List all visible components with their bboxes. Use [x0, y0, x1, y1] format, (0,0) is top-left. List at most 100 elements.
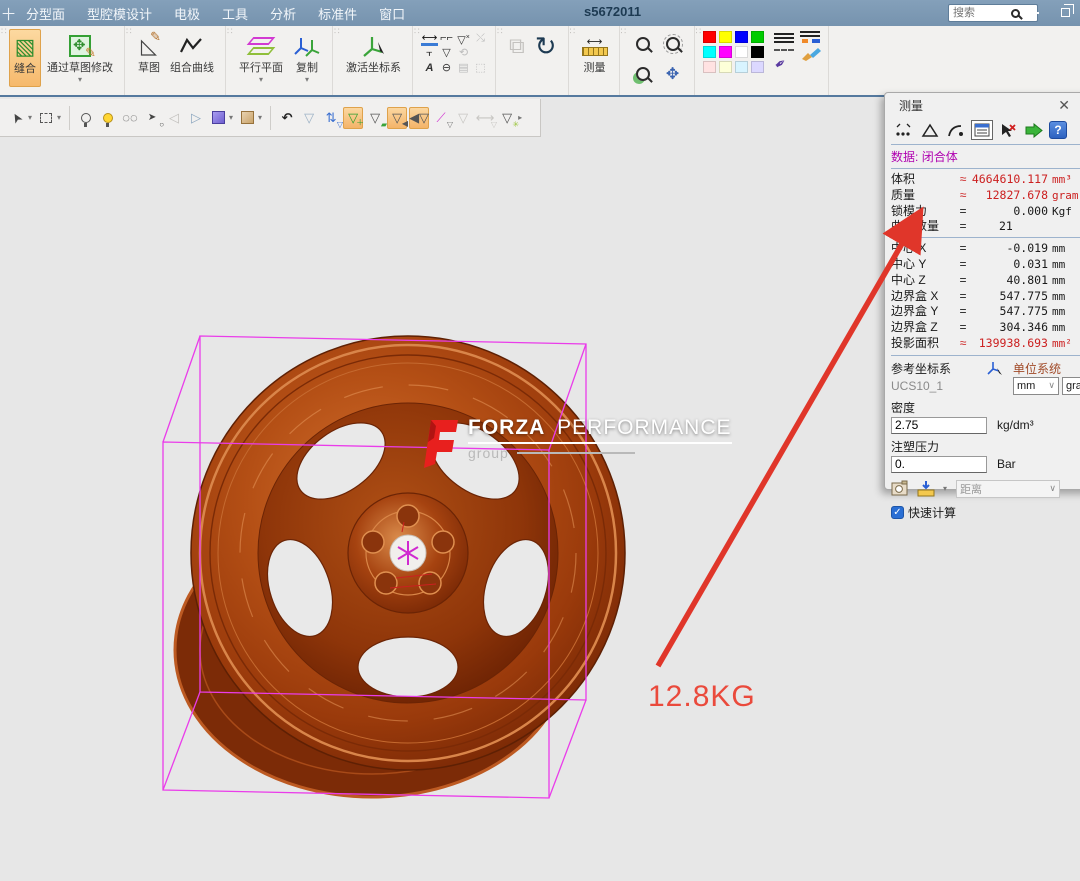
- unit-mass-dropdown[interactable]: gram∨: [1062, 377, 1080, 395]
- ribbon-group-view: ✥: [620, 26, 695, 95]
- highlight-pair-icon[interactable]: ◌◌: [120, 107, 140, 129]
- titlebar: 十 分型面 型腔模设计 电极 工具 分析 标准件 窗口 s5672011: [0, 0, 1080, 26]
- pressure-input[interactable]: [891, 456, 987, 473]
- measure-arc-icon[interactable]: [945, 120, 967, 140]
- menu-window[interactable]: 窗口: [379, 4, 405, 23]
- ribbon-toolbar: ▧ 缝合 通过草图修改▾ ◺ 草图 组合曲线 平行平面▾: [0, 26, 1080, 97]
- filter-star-icon[interactable]: ▽✳: [497, 107, 517, 129]
- measure-angle-icon[interactable]: [919, 120, 941, 140]
- csys-picker-icon[interactable]: [987, 360, 1005, 376]
- export-results-icon[interactable]: [1023, 120, 1045, 140]
- color-palette[interactable]: [703, 31, 766, 75]
- activate-csys-button[interactable]: 激活坐标系: [342, 29, 405, 85]
- menu-item-partial[interactable]: 十: [2, 4, 16, 23]
- zoom-dynamic-icon[interactable]: [666, 37, 680, 51]
- swatch-magenta[interactable]: [719, 46, 732, 58]
- menu-analysis[interactable]: 分析: [270, 4, 296, 23]
- results-list-icon[interactable]: [971, 120, 993, 140]
- close-icon[interactable]: ✕: [1058, 98, 1070, 112]
- measure-mode-dropdown[interactable]: 距离∨: [956, 480, 1060, 498]
- shaded-view-icon[interactable]: [208, 107, 228, 129]
- filter-erase-icon[interactable]: ▽▰: [365, 107, 385, 129]
- offset-dimension-icon[interactable]: ⌐⌐: [438, 31, 455, 46]
- help-icon[interactable]: [1049, 121, 1067, 139]
- row-volume: 体积≈ 4664610.117mm³: [891, 172, 1080, 188]
- row-bbox-x: 边界盒 X= 547.775mm: [891, 289, 1080, 305]
- measure-tool-icon[interactable]: [917, 480, 937, 497]
- swatch-cyan[interactable]: [703, 46, 716, 58]
- highlight-on-icon[interactable]: [98, 107, 118, 129]
- diameter-dimension-icon[interactable]: ⊖: [438, 61, 455, 76]
- menu-electrode[interactable]: 电极: [174, 4, 200, 23]
- swatch-pale-violet[interactable]: [751, 61, 764, 73]
- swatch-pale-yellow[interactable]: [719, 61, 732, 73]
- forward-icon[interactable]: ▷: [186, 107, 206, 129]
- measure-tool-caret[interactable]: ▾: [943, 484, 947, 493]
- restore-button[interactable]: [1054, 3, 1076, 22]
- ribbon-group-edit: ▧ 缝合 通过草图修改▾: [0, 26, 125, 95]
- minimize-button[interactable]: [1022, 3, 1044, 22]
- menu-parting-surface[interactable]: 分型面: [26, 4, 65, 23]
- swatch-black[interactable]: [751, 46, 764, 58]
- combined-curve-button[interactable]: 组合曲线: [166, 29, 218, 85]
- linear-dimension-icon[interactable]: ⟷: [421, 31, 438, 46]
- search-input[interactable]: [951, 6, 1011, 20]
- brush-icon[interactable]: [800, 47, 822, 61]
- datum-dimension-icon[interactable]: ⫟: [421, 46, 438, 61]
- zoom-selected-icon[interactable]: [636, 67, 650, 81]
- modify-by-sketch-button[interactable]: 通过草图修改▾: [43, 29, 117, 85]
- row-center-z: 中心 Z= 40.801mm: [891, 273, 1080, 289]
- density-input[interactable]: [891, 417, 987, 434]
- sew-button[interactable]: ▧ 缝合: [9, 29, 41, 87]
- unit-length-dropdown[interactable]: mm∨: [1013, 377, 1059, 395]
- parallel-plane-button[interactable]: 平行平面▾: [235, 29, 287, 85]
- swatch-pale-pink[interactable]: [703, 61, 716, 73]
- pan-icon[interactable]: ✥: [666, 64, 679, 84]
- swatch-yellow[interactable]: [719, 31, 732, 43]
- ribbon-group-dimension: ⟷ ⌐⌐ ▽× ⤯ ⫟ ▽ ⟲ A ⊖ ▤ ⬚: [413, 26, 496, 95]
- undo-icon[interactable]: ↶: [277, 107, 297, 129]
- filter-move-icon[interactable]: ⇅▽: [321, 107, 341, 129]
- filter-prev-icon[interactable]: ▽◀: [387, 107, 407, 129]
- format-lines-icon[interactable]: [800, 31, 822, 43]
- swatch-green[interactable]: [751, 31, 764, 43]
- sketch-button[interactable]: ◺ 草图: [134, 29, 164, 85]
- quick-calc-checkbox[interactable]: [891, 506, 904, 519]
- swatch-white[interactable]: [735, 46, 748, 58]
- swatch-pale-cyan[interactable]: [735, 61, 748, 73]
- watermark-logo: FORZA PERFORMANCE group: [418, 416, 732, 474]
- measure-panel-header[interactable]: 测量 ✕: [891, 96, 1080, 114]
- zoom-window-icon[interactable]: [636, 37, 650, 51]
- swatch-red[interactable]: [703, 31, 716, 43]
- clear-selection-icon[interactable]: [997, 120, 1019, 140]
- measure-ruler-icon: [582, 47, 608, 56]
- menu-tools[interactable]: 工具: [222, 4, 248, 23]
- measure-button[interactable]: ⟷ 测量: [578, 29, 612, 76]
- eyedropper-icon[interactable]: ✒: [770, 49, 796, 74]
- search-icon[interactable]: [1011, 9, 1020, 18]
- highlight-off-icon[interactable]: [76, 107, 96, 129]
- row-projected-area: 投影面积≈ 139938.693mm²: [891, 336, 1080, 352]
- marquee-select-icon[interactable]: [36, 107, 56, 129]
- menu-cavity-design[interactable]: 型腔模设计: [87, 4, 152, 23]
- row-face-count: 曲面数量= 21: [891, 219, 1080, 234]
- angle-dimension-icon[interactable]: ▽×: [455, 31, 472, 46]
- cursor-light-icon[interactable]: ➤○: [142, 107, 162, 129]
- filter-back-icon[interactable]: ◀▽: [409, 107, 429, 129]
- wireframe-view-icon[interactable]: [237, 107, 257, 129]
- snapshot-icon[interactable]: [891, 480, 911, 497]
- measure-points-icon[interactable]: [893, 120, 915, 140]
- line-width-icon[interactable]: [774, 31, 794, 45]
- copy-button[interactable]: 复制▾: [289, 29, 325, 85]
- filter-add-icon[interactable]: ▽＋: [343, 107, 363, 129]
- select-cursor-icon[interactable]: ➤: [2, 103, 31, 131]
- taper-dimension-icon[interactable]: ▽: [438, 46, 455, 61]
- filter-cursor-icon[interactable]: ▽: [299, 107, 319, 129]
- replay-button[interactable]: ↻: [531, 29, 561, 63]
- swatch-blue[interactable]: [735, 31, 748, 43]
- menu-standard-parts[interactable]: 标准件: [318, 4, 357, 23]
- measure-panel: 测量 ✕ 数据: 闭合体 体积≈ 4664610.1: [884, 92, 1080, 490]
- forza-f-icon: [418, 416, 460, 474]
- text-note-icon[interactable]: A: [421, 61, 438, 76]
- filter-curve-icon[interactable]: ⟋▽: [431, 107, 451, 129]
